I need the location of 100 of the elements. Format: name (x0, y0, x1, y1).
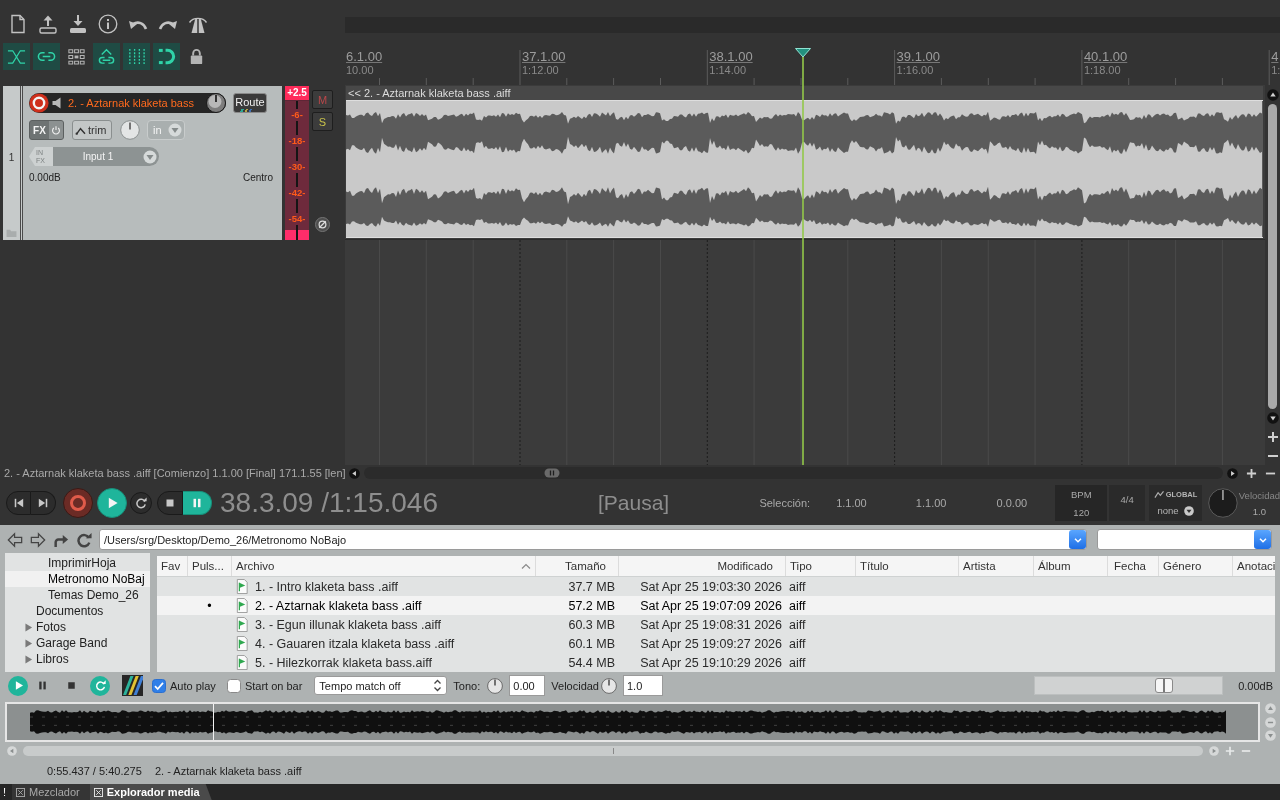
column-header[interactable]: Puls... (187, 556, 231, 576)
media-item[interactable]: << 2. - Aztarnak klaketa bass .aiff (346, 86, 1263, 238)
column-header[interactable]: Tipo (785, 556, 855, 576)
column-header[interactable]: Archivo (231, 556, 535, 576)
rate-knob[interactable] (1207, 488, 1238, 518)
playhead[interactable] (795, 48, 812, 465)
tree-item[interactable]: Libros (5, 651, 150, 667)
audio-file-icon (236, 598, 248, 613)
selection-value[interactable]: 1.1.00 (836, 497, 916, 509)
scroll-right-icon[interactable] (1227, 467, 1238, 479)
tree-item[interactable]: Garage Band (5, 635, 150, 651)
tree-item[interactable]: Documentos (5, 603, 150, 619)
waveform-preview[interactable] (5, 702, 1260, 742)
pitch-field[interactable]: 0.00 (509, 675, 546, 696)
bar-label: 37.1.00 (522, 49, 566, 64)
tempo-match-dropdown[interactable]: Tempo match off (314, 676, 448, 695)
tempo-box[interactable]: BPM 120 (1055, 485, 1108, 521)
pitch-label: Tono: (453, 679, 481, 692)
skip-back-button[interactable] (6, 491, 31, 515)
tree-item[interactable]: Metronomo NoBaj (5, 571, 150, 587)
column-header[interactable]: Fav (157, 556, 187, 576)
caret-icon[interactable] (1183, 505, 1194, 516)
time-signature[interactable]: 4/4 (1109, 485, 1146, 521)
play-button[interactable] (97, 488, 127, 518)
stop-button[interactable] (157, 491, 183, 515)
dock-tab[interactable]: Explorador media (89, 784, 212, 800)
record-button[interactable] (63, 488, 93, 518)
phase-invert-icon[interactable] (315, 217, 330, 232)
volume-knob[interactable] (206, 93, 226, 113)
crossfade-toggle[interactable] (3, 43, 30, 70)
file-type: aiff (789, 636, 806, 651)
fx-button[interactable]: FX (29, 120, 64, 140)
file-row[interactable]: • 2. - Aztarnak klaketa bass .aiff 57.2 MB Sat Apr 25 19:07:09 2026 aiff (157, 596, 1275, 615)
plus-icon[interactable] (1246, 467, 1257, 479)
link-toggle[interactable] (33, 43, 60, 70)
file-row[interactable]: 3. - Egun illunak klaketa bass .aiff 60.3 MB Sat Apr 25 19:08:31 2026 aiff (157, 615, 1275, 634)
column-header[interactable]: Fecha (1107, 556, 1158, 576)
tree-item[interactable]: Temas Demo_26 (5, 587, 150, 603)
pitch-knob[interactable] (487, 677, 504, 694)
column-header[interactable]: Título (855, 556, 958, 576)
forward-arrow-icon[interactable] (30, 531, 46, 548)
column-header[interactable]: Artista (958, 556, 1033, 576)
route-button[interactable]: Route (233, 93, 267, 113)
download-tray-icon[interactable] (68, 14, 88, 34)
slider-thumb[interactable] (1155, 678, 1174, 693)
envelope-link-toggle[interactable] (93, 43, 120, 70)
selection-value[interactable]: 1.1.00 (915, 497, 997, 509)
column-header[interactable]: Género (1158, 556, 1232, 576)
scroll-up-icon[interactable] (1266, 89, 1279, 101)
search-field[interactable] (1097, 529, 1272, 550)
scroll-down-icon[interactable] (1266, 412, 1279, 424)
vertical-scrollbar[interactable] (1268, 104, 1277, 409)
peak-readout[interactable]: +2.5 (285, 86, 309, 100)
track-name[interactable]: 2. - Aztarnak klaketa bass (68, 97, 194, 109)
file-type: aiff (789, 617, 806, 632)
trim-button[interactable]: trim (72, 120, 112, 140)
file-row[interactable]: 1. - Intro klaketa bass .aiff 37.7 MB Sat Apr 25 19:03:30 2026 aiff (157, 577, 1275, 596)
column-header[interactable]: Modificado (618, 556, 785, 576)
repeat-button[interactable] (130, 492, 152, 514)
rate-knob[interactable] (601, 677, 617, 694)
pause-button[interactable] (183, 491, 212, 515)
horizontal-scrollbar[interactable] (23, 746, 1203, 756)
bar-label: 6.1.00 (346, 49, 383, 64)
file-row[interactable]: 5. - Hilezkorrak klaketa bass.aiff 54.4 MB Sat Apr 25 19:10:29 2026 aiff (157, 653, 1275, 672)
grid-lines-toggle[interactable] (123, 43, 150, 70)
snap-toggle[interactable] (153, 43, 180, 70)
disclosure-triangle-icon[interactable] (25, 638, 33, 648)
speaker-icon[interactable] (52, 97, 62, 109)
file-row[interactable]: 4. - Gauaren itzala klaketa bass .aiff 60.1 MB Sat Apr 25 19:09:27 2026 aiff (157, 634, 1275, 653)
plus-icon[interactable] (1266, 431, 1279, 443)
color-stripes-icon[interactable] (122, 675, 143, 696)
upload-tray-icon[interactable] (38, 14, 58, 34)
column-header[interactable]: Tamaño (535, 556, 618, 576)
document-icon[interactable] (8, 14, 28, 34)
skip-forward-button[interactable] (31, 491, 56, 515)
close-icon[interactable] (16, 787, 25, 797)
volume-slider[interactable] (1034, 676, 1224, 695)
checkbox[interactable] (226, 678, 241, 693)
column-header[interactable]: Anotaci (1232, 556, 1275, 576)
scroll-grip-icon[interactable] (544, 468, 560, 478)
checkbox[interactable] (152, 678, 166, 693)
info-icon[interactable] (98, 14, 118, 34)
column-header[interactable]: Álbum (1033, 556, 1107, 576)
disclosure-triangle-icon[interactable] (25, 654, 33, 664)
path-field[interactable]: /Users/srg/Desktop/Demo_26/Metronomo NoBajo (99, 529, 1087, 550)
refresh-icon[interactable] (76, 531, 92, 548)
dock-tab[interactable]: Mezclador (12, 784, 90, 800)
dropdown-button[interactable] (1254, 530, 1271, 549)
disclosure-triangle-icon[interactable] (25, 622, 33, 632)
dropdown-button[interactable] (1069, 530, 1086, 549)
solo-button[interactable]: S (312, 112, 333, 131)
record-arm-icon[interactable] (29, 93, 49, 113)
scroll-left-icon[interactable] (349, 467, 360, 479)
rate-field[interactable]: 1.0 (623, 675, 663, 696)
horizontal-scrollbar[interactable] (364, 467, 1223, 479)
pan-knob[interactable] (120, 120, 140, 140)
tree-item[interactable]: ImprimirHoja (5, 555, 150, 571)
back-arrow-icon[interactable] (7, 531, 23, 548)
tree-item[interactable]: Fotos (5, 619, 150, 635)
selection-value[interactable]: 0.0.00 (996, 497, 1056, 509)
